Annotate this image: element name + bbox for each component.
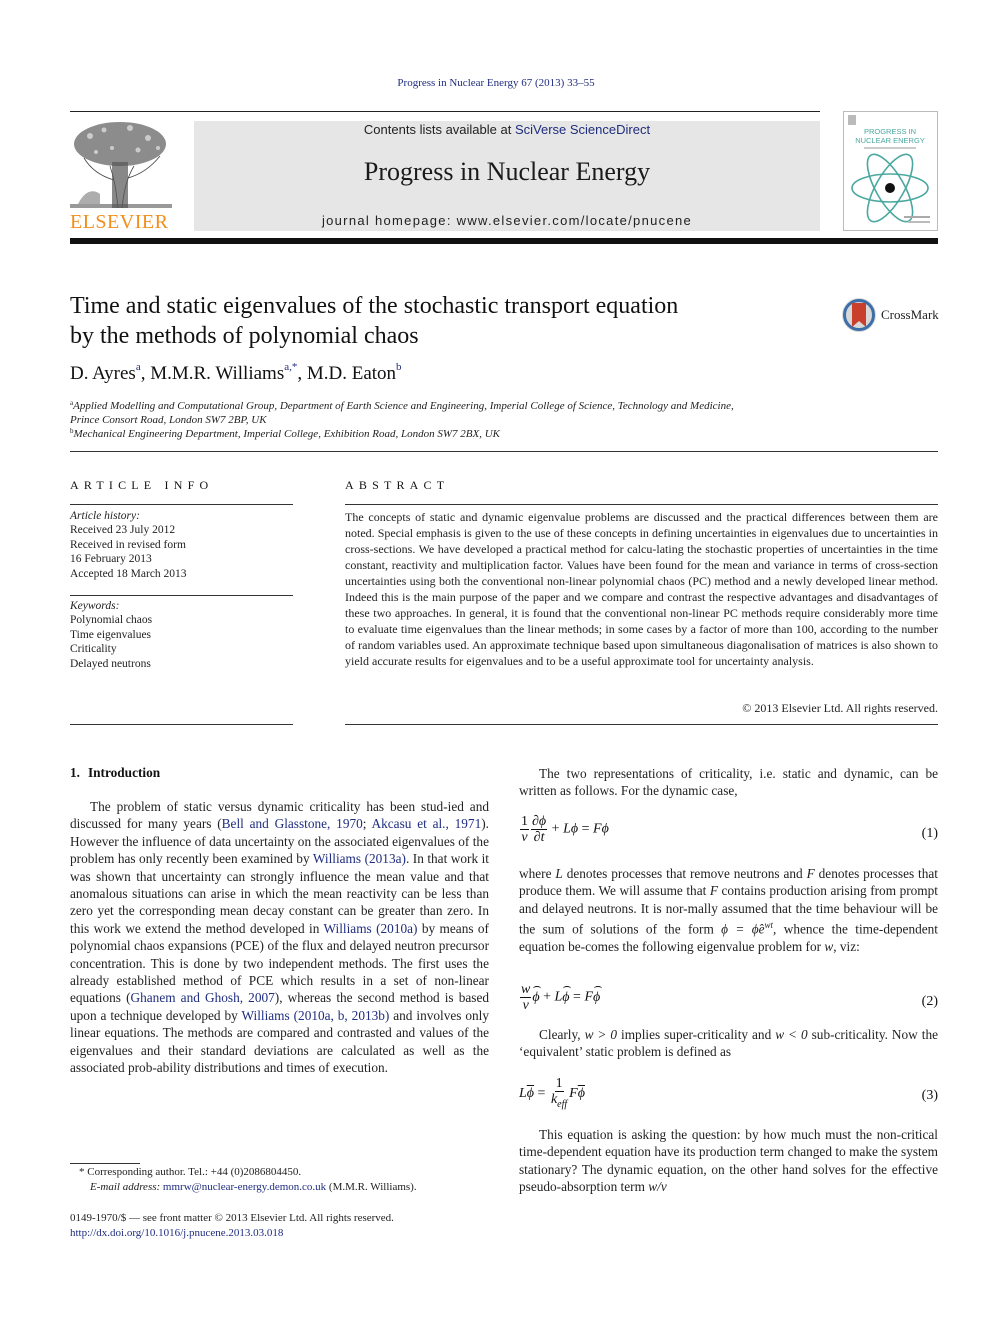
section-title: Introduction [87,765,161,780]
author-name[interactable]: M.M.R. Williams [150,363,284,384]
intro-right-paragraph-4: This equation is asking the question: by… [519,1126,938,1196]
equation-2: wvϕ + Lϕ = Fϕ (2) [520,982,938,1013]
homepage-prefix: journal homepage: [321,213,457,228]
issn-line: 0149-1970/$ — see front matter © 2013 El… [70,1212,394,1224]
abstract-rule [345,504,938,505]
citation-link[interactable]: Williams (2010a) [324,921,418,936]
cover-title-line2: NUCLEAR ENERGY [855,136,925,145]
keywords-label: Keywords: [70,600,120,612]
history-item: 16 February 2013 [70,553,152,566]
section-number: 1. [70,765,80,780]
intro-left-column: The problem of static versus dynamic cri… [70,798,489,1077]
paragraph-text: The two representations of criticality, … [519,766,938,799]
author-name[interactable]: M.D. Eaton [307,363,396,384]
abstract-bottom-rule [345,724,938,725]
affiliation-line: Applied Modelling and Computational Grou… [73,400,734,412]
citation-link[interactable]: Williams (2010a, b, 2013b) [241,1008,389,1023]
title-line-2: by the methods of polynomial chaos [70,323,419,349]
history-item: Accepted 18 March 2013 [70,567,187,580]
equation-number: (1) [921,826,938,841]
paragraph-text: This equation is asking the question: by… [519,1127,938,1195]
citation-link[interactable]: Akcasu et al., 1971 [372,816,482,831]
atom-icon: PROGRESS IN NUCLEAR ENERGY [848,115,930,223]
cover-title-line1: PROGRESS IN [864,127,916,136]
author-affil-sup[interactable]: a [136,361,141,373]
frac-dphi-dt: ∂ϕ ∂t [531,814,548,845]
keywords-rule [70,595,293,596]
abstract-text: The concepts of static and dynamic eigen… [345,510,938,668]
email-label: E-mail address: [90,1181,163,1193]
article-info-bottom-rule [70,724,293,725]
masthead-top-rule [70,111,820,112]
intro-right-paragraph-1: The two representations of criticality, … [519,765,938,800]
keyword-item: Polynomial chaos [70,614,153,627]
keyword-item: Time eigenvalues [70,628,152,641]
journal-cover-thumbnail[interactable]: PROGRESS IN NUCLEAR ENERGY [843,111,938,231]
citation-link[interactable]: Ghanem and Ghosh, 2007 [131,990,275,1005]
journal-masthead: Contents lists available at SciVerse Sci… [194,121,820,231]
intro-right-paragraph-3: Clearly, w > 0 implies super-criticality… [519,1026,938,1061]
author-affil-sup[interactable]: b [396,361,402,373]
keywords: Keywords: Polynomial chaos Time eigenval… [70,599,292,671]
article-history: Article history: Received 23 July 2012 R… [70,509,292,581]
equation-3: Lϕ = 1 keff Fϕ (3) [519,1076,938,1110]
email-note: E-mail address: mmrw@nuclear-energy.demo… [90,1180,417,1195]
author-list: D. Ayresa, M.M.R. Williamsa,*, M.D. Eato… [70,361,402,384]
equation-1: 1 v ∂ϕ ∂t + Lϕ = Fϕ (1) [520,814,938,845]
equation-number: (2) [921,994,938,1009]
masthead-bottom-rule [70,238,938,244]
paragraph-text: where L denotes processes that remove ne… [519,866,938,955]
email-link[interactable]: mmrw@nuclear-energy.demon.co.uk [163,1181,326,1193]
keyword-item: Criticality [70,643,117,656]
intro-paragraph: The problem of static versus dynamic cri… [70,799,489,1076]
doi-line: http://dx.doi.org/10.1016/j.pnucene.2013… [70,1226,283,1241]
title-line-1: Time and static eigenvalues of the stoch… [70,293,679,319]
keyword-item: Delayed neutrons [70,657,151,670]
history-label: Article history: [70,510,140,522]
frac-1-over-keff: 1 keff [550,1076,568,1110]
sciencedirect-link[interactable]: SciVerse ScienceDirect [515,122,650,137]
affiliation-line: Mechanical Engineering Department, Imper… [73,428,501,440]
article-info-heading: ARTICLE INFO [70,478,214,492]
citation-link[interactable]: Williams (2013a) [313,851,406,866]
email-suffix: (M.M.R. Williams). [326,1181,417,1193]
crossmark-label: CrossMark [881,307,939,322]
author-affil-sup[interactable]: a,* [284,361,297,373]
history-item: Received in revised form [70,538,186,551]
author-name[interactable]: D. Ayres [70,363,136,384]
frac-1-over-v: 1v [520,814,529,845]
contents-prefix: Contents lists available at [363,122,515,137]
section-heading-introduction: 1. Introduction [70,765,160,781]
tree-icon [70,118,172,210]
intro-right-paragraph-2: where L denotes processes that remove ne… [519,865,938,955]
affiliation-a: aApplied Modelling and Computational Gro… [70,396,830,427]
elsevier-wordmark: ELSEVIER [70,211,169,233]
journal-homepage: journal homepage: www.elsevier.com/locat… [194,213,820,228]
abstract-heading: ABSTRACT [345,478,450,492]
header-divider [70,451,938,452]
crossmark-button[interactable]: CrossMark [841,296,941,334]
equation-number: (3) [921,1088,938,1103]
journal-title: Progress in Nuclear Energy [363,157,651,186]
abstract-copyright: © 2013 Elsevier Ltd. All rights reserved… [742,701,938,715]
frac-w-over-v: wv [520,982,532,1013]
crossmark-icon [842,298,876,332]
homepage-link[interactable]: www.elsevier.com/locate/pnucene [457,213,692,228]
footnote-rule [70,1163,140,1164]
citation-link[interactable]: Bell and Glasstone, 1970 [222,816,363,831]
article-title: Time and static eigenvalues of the stoch… [70,291,810,351]
paragraph-text: Clearly, w > 0 implies super-criticality… [519,1027,938,1060]
doi-link[interactable]: http://dx.doi.org/10.1016/j.pnucene.2013… [70,1227,283,1239]
corresponding-author-note: * Corresponding author. Tel.: +44 (0)208… [79,1166,302,1178]
history-item: Received 23 July 2012 [70,524,176,537]
article-info-rule [70,504,293,505]
running-head[interactable]: Progress in Nuclear Energy 67 (2013) 33–… [0,77,992,89]
affiliation-b: bMechanical Engineering Department, Impe… [70,424,830,441]
contents-line: Contents lists available at SciVerse Sci… [194,122,820,137]
